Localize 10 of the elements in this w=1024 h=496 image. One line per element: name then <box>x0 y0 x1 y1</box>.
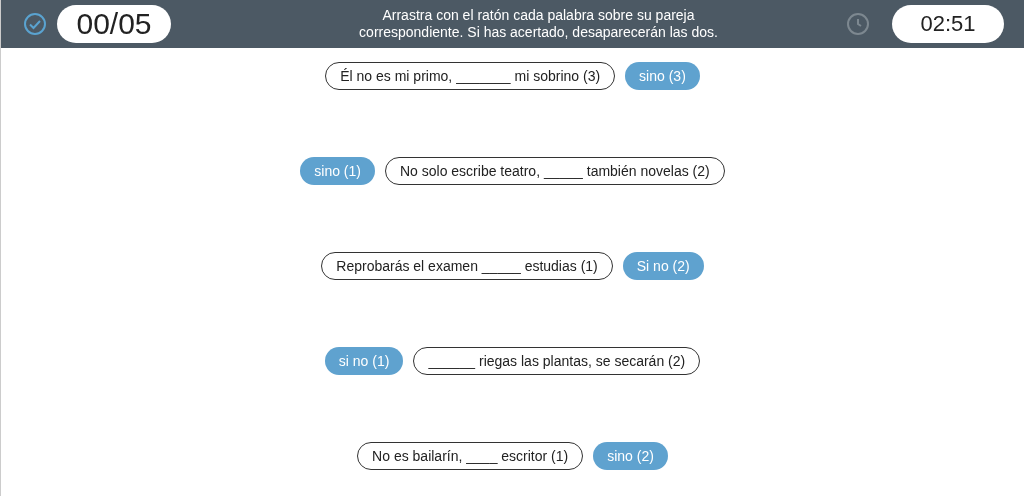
score-counter: 00/05 <box>57 5 171 43</box>
timer-display: 02:51 <box>892 5 1004 43</box>
sentence-card[interactable]: ______ riegas las plantas, se secarán (2) <box>413 347 701 375</box>
check-circle-icon <box>23 12 47 36</box>
sentence-card[interactable]: No solo escribe teatro, _____ también novelas (2) <box>384 157 725 185</box>
sentence-card[interactable]: Él no es mi primo, _______ mi sobrino (3) <box>325 62 616 90</box>
sentence-card[interactable]: Reprobarás el examen _____ estudias (1) <box>321 252 613 280</box>
clock-icon <box>846 12 870 36</box>
instructions-text: Arrastra con el ratón cada palabra sobre su pareja correspondiente. Si has acertado, desaparecerán las dos. <box>358 7 719 41</box>
sentence-card[interactable]: No es bailarín, ____ escritor (1) <box>357 442 584 470</box>
